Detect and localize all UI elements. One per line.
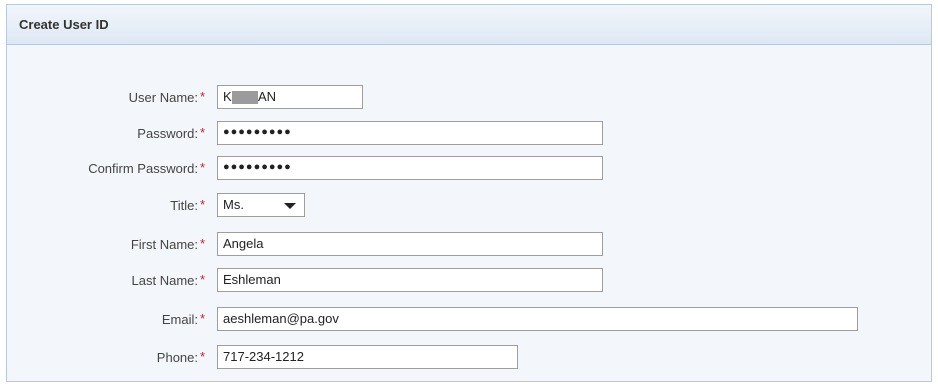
last-name-label: Last Name: <box>131 273 198 288</box>
user-name-label: User Name: <box>128 90 198 105</box>
password-label: Password: <box>137 126 198 141</box>
required-marker: * <box>200 349 206 364</box>
password-input[interactable]: ●●●●●●●●● <box>217 121 603 145</box>
first-name-row: First Name: * Angela <box>7 232 933 256</box>
chevron-down-icon[interactable] <box>284 203 296 209</box>
title-select[interactable]: Ms. <box>217 193 305 217</box>
email-row: Email: * aeshleman@pa.gov <box>7 307 933 331</box>
required-marker: * <box>200 311 206 326</box>
required-marker: * <box>200 272 206 287</box>
user-name-value-start: K <box>223 89 232 104</box>
create-user-panel: Create User ID User Name: * K AN Passwor… <box>6 4 932 382</box>
page-title: Create User ID <box>19 17 109 32</box>
required-marker: * <box>200 89 206 104</box>
confirm-password-row: Confirm Password: * ●●●●●●●●● <box>7 156 933 180</box>
phone-label: Phone: <box>156 350 198 365</box>
email-input[interactable]: aeshleman@pa.gov <box>217 307 858 331</box>
required-marker: * <box>200 125 206 140</box>
title-select-value: Ms. <box>223 197 244 212</box>
user-name-row: User Name: * K AN <box>7 85 933 109</box>
first-name-input[interactable]: Angela <box>217 232 603 256</box>
title-row: Title: * Ms. <box>7 193 933 217</box>
email-label: Email: <box>161 312 198 327</box>
confirm-password-input[interactable]: ●●●●●●●●● <box>217 156 603 180</box>
last-name-row: Last Name: * Eshleman <box>7 268 933 292</box>
redaction-block <box>232 91 258 104</box>
required-marker: * <box>200 160 206 175</box>
required-marker: * <box>200 236 206 251</box>
required-marker: * <box>200 197 206 212</box>
title-label: Title: <box>170 198 198 213</box>
user-name-value-end: AN <box>258 89 277 104</box>
last-name-input[interactable]: Eshleman <box>217 268 603 292</box>
phone-input[interactable]: 717-234-1212 <box>217 345 518 369</box>
first-name-label: First Name: <box>130 237 198 252</box>
panel-header: Create User ID <box>7 5 931 45</box>
phone-row: Phone: * 717-234-1212 <box>7 345 933 369</box>
user-name-input[interactable]: K AN <box>217 85 363 109</box>
confirm-password-label: Confirm Password: <box>88 161 198 176</box>
password-row: Password: * ●●●●●●●●● <box>7 121 933 145</box>
